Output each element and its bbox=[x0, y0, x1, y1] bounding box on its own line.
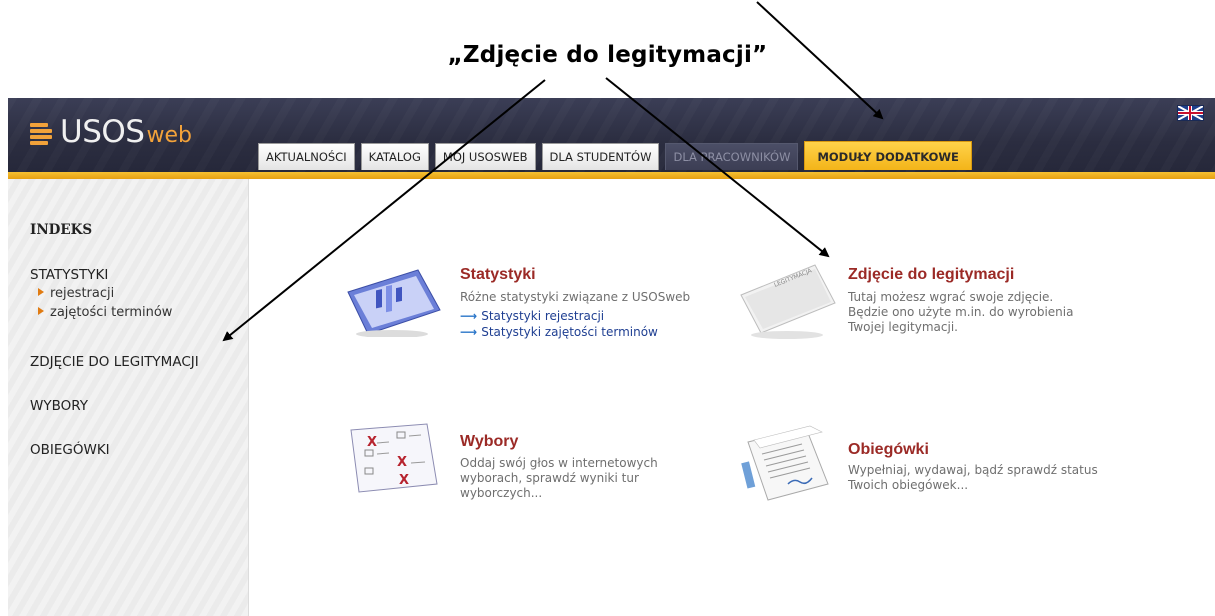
sidebar-item-wybory[interactable]: WYBORY bbox=[30, 398, 88, 414]
card-desc-wybory: Oddaj swój głos w internetowych wyborach… bbox=[460, 456, 658, 500]
card-title-statystyki[interactable]: Statystyki bbox=[460, 266, 536, 284]
link-statystyki-rejestracji[interactable]: ⟶ Statystyki rejestracji bbox=[460, 309, 604, 323]
student-id-card-icon[interactable]: LEGITYMACJA bbox=[735, 255, 840, 340]
tab-katalog[interactable]: KATALOG bbox=[360, 143, 429, 170]
svg-text:X: X bbox=[367, 435, 377, 450]
tab-dla-pracownikow[interactable]: DLA PRACOWNIKÓW bbox=[665, 143, 799, 170]
arrow-right-icon: ⟶ bbox=[460, 309, 478, 323]
card-title-obiegowki[interactable]: Obiegówki bbox=[848, 441, 929, 459]
svg-text:X: X bbox=[399, 473, 409, 488]
uk-flag-icon[interactable] bbox=[1177, 105, 1204, 121]
annotation-caption: „Zdjęcie do legitymacji” bbox=[447, 42, 768, 68]
logo-text: USOS bbox=[60, 114, 145, 150]
sidebar-item-indeks[interactable]: INDEKS bbox=[30, 222, 92, 238]
card-title-wybory[interactable]: Wybory bbox=[460, 433, 518, 451]
card-title-zdjecie-do-legitymacji[interactable]: Zdjęcie do legitymacji bbox=[848, 266, 1014, 284]
sidebar-item-obiegowki[interactable]: OBIEGÓWKI bbox=[30, 442, 110, 458]
svg-text:X: X bbox=[397, 455, 407, 470]
link-statystyki-zajetosci-terminow[interactable]: ⟶ Statystyki zajętości terminów bbox=[460, 325, 658, 339]
bullet-arrow-icon bbox=[38, 307, 44, 315]
usosweb-logo[interactable]: USOS web bbox=[30, 114, 192, 154]
card-desc-zdjecie: Tutaj możesz wgrać swoje zdjęcie. Będzie… bbox=[848, 290, 1074, 334]
sidebar-subitem-rejestracji[interactable]: rejestracji bbox=[38, 286, 114, 301]
card-desc-statystyki: Różne statystyki związane z USOSweb bbox=[460, 290, 691, 304]
sidebar-item-zdjecie-do-legitymacji[interactable]: ZDJĘCIE DO LEGITYMACJI bbox=[30, 354, 199, 370]
usos-logo-icon bbox=[30, 121, 56, 147]
sidebar-item-statystyki[interactable]: STATYSTYKI bbox=[30, 267, 108, 283]
tab-moj-usosweb[interactable]: MÓJ USOSWEB bbox=[434, 143, 536, 170]
bullet-arrow-icon bbox=[38, 288, 44, 296]
tab-dla-studentow[interactable]: DLA STUDENTÓW bbox=[541, 143, 660, 170]
tab-moduly-dodatkowe[interactable]: MODUŁY DODATKOWE bbox=[804, 141, 972, 170]
ballot-voting-icon[interactable]: X X X bbox=[345, 418, 445, 498]
document-form-icon[interactable] bbox=[738, 422, 838, 507]
arrow-right-icon: ⟶ bbox=[460, 325, 478, 339]
statistics-chart-icon[interactable] bbox=[340, 262, 445, 337]
header-accent-stripe bbox=[8, 172, 1215, 179]
sidebar: INDEKS STATYSTYKI rejestracji zajętości … bbox=[8, 179, 249, 616]
card-desc-obiegowki: Wypełniaj, wydawaj, bądź sprawdź status … bbox=[848, 463, 1098, 492]
logo-suffix: web bbox=[146, 123, 192, 148]
tab-aktualnosci[interactable]: AKTUALNOŚCI bbox=[258, 143, 355, 170]
sidebar-subitem-zajetosci-terminow[interactable]: zajętości terminów bbox=[38, 305, 172, 320]
main-tabs: AKTUALNOŚCI KATALOG MÓJ USOSWEB DLA STUD… bbox=[258, 141, 978, 171]
